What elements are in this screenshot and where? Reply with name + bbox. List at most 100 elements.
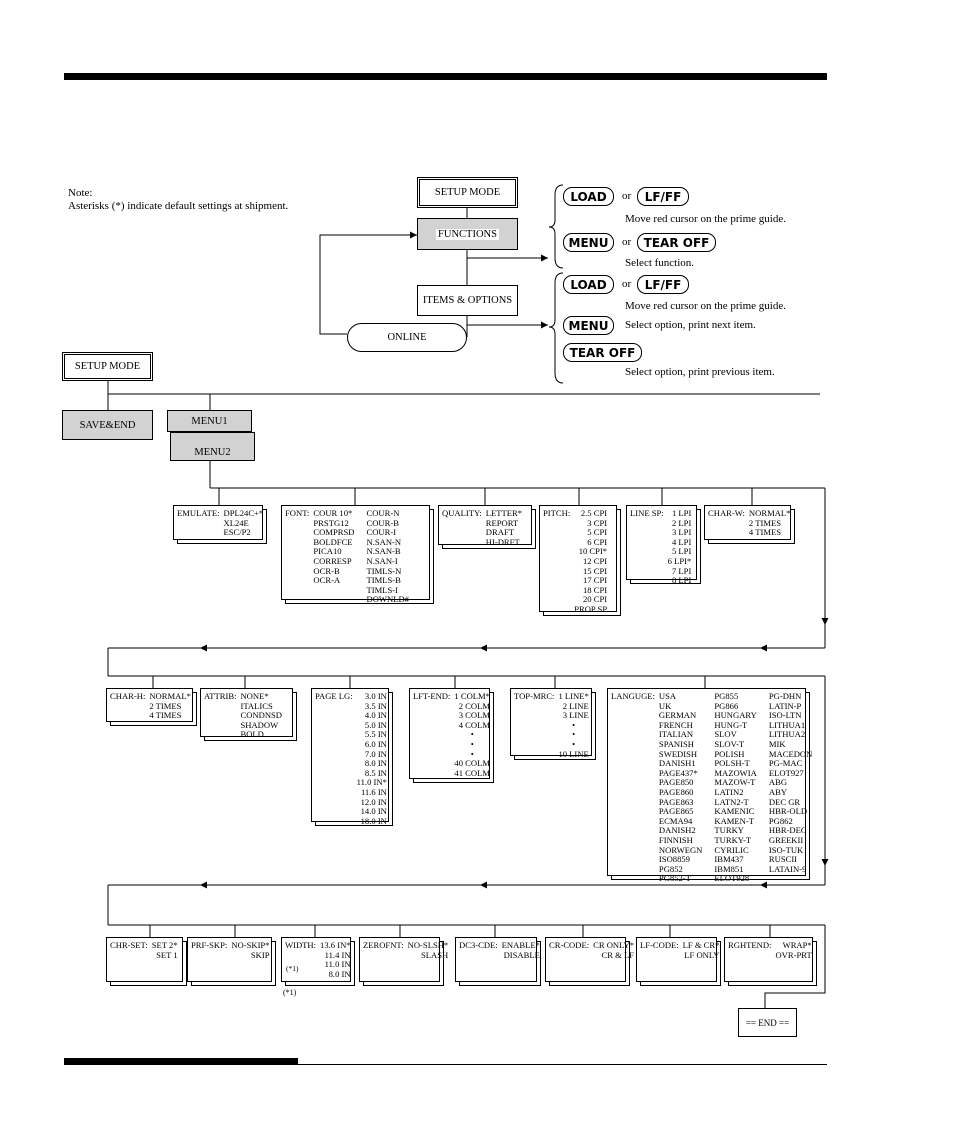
languge-options-column: PG855 PG866 HUNGARY HUNG-T SLOV SLOV-T POLISH P… — [714, 691, 757, 882]
menu-option: OVR-PRT — [775, 949, 812, 960]
font-options-column: COUR 10* PRSTG12 COMPRSD BOLDFCE PICA10 CORRE… — [313, 508, 354, 596]
lfff-key: LF/FF — [637, 275, 689, 294]
font-menu-box: FONT: COUR 10* PRSTG12 COMPRSD BOLDFCE PICA10… — [281, 505, 430, 604]
menu-option: 18.0 IN — [360, 815, 387, 826]
menu-option: PG852-T — [658, 873, 691, 884]
menu-option: 10 LINE — [558, 748, 589, 759]
menu-option: 8 LPI — [671, 575, 692, 586]
lf-code-label: LF-CODE: — [640, 940, 679, 950]
select-previous-desc: Select option, print previous item. — [625, 366, 775, 378]
lft-end-label: LFT-END: — [413, 691, 451, 701]
chr-set-options-column: SET 2* SET 1 — [152, 940, 178, 978]
menu-option: PROP SP — [574, 603, 608, 614]
flow-online-label: ONLINE — [387, 332, 427, 343]
emulate-options-column: DPL24C+* XL24E ESC/P2 — [223, 508, 264, 538]
menu-option: 41 COLM — [454, 767, 490, 778]
rghtend-options-column: WRAP* OVR-PRT — [775, 940, 812, 978]
attrib-options-column: NONE* ITALICS CONDNSD SHADOW BOLD — [240, 691, 282, 739]
pitch-options-column: 2.5 CPI 3 CPI 5 CPI 6 CPI 10 CPI* 12 CPI 15 CP… — [574, 508, 607, 613]
flow-functions-label: FUNCTIONS — [436, 228, 499, 240]
page-lg-menu-box: PAGE LG: 3.0 IN 3.5 IN 4.0 IN 5.0 IN 5.5 IN 6.… — [311, 688, 389, 825]
tearoff-key: TEAR OFF — [563, 343, 642, 362]
emulate-label: EMULATE: — [177, 508, 220, 518]
languge-menu-box: LANGUGE: USA UK GERMAN FRENCH ITALIAN SPANISH S… — [607, 688, 812, 883]
top-mrc-options-column: 1 LINE* 2 LINE 3 LINE • • • 10 LINE — [558, 691, 588, 758]
lft-end-options-column: 1 COLM* 2 COLM 3 COLM 4 COLM • • • 40 COLM 41 CO… — [454, 691, 490, 777]
line-sp-menu-box: LINE SP: 1 LPI 2 LPI 3 LPI 4 LPI 5 LPI 6 LPI* 7… — [626, 505, 697, 585]
width-footnote: (*1) — [283, 988, 297, 997]
rghtend-menu-box: RGHTEND: WRAP* OVR-PRT — [724, 937, 813, 982]
width-menu-box: WIDTH: 13.6 IN* 11.4 IN 11.0 IN 8.0 IN (*1) — [281, 937, 351, 982]
lf-code-options-column: LF & CR* LF ONLY — [683, 940, 720, 978]
move-cursor-desc: Move red cursor on the prime guide. — [625, 300, 786, 312]
menu-key: MENU — [563, 316, 614, 335]
width-note-marker: (*1) — [286, 964, 299, 973]
select-next-desc: Select option, print next item. — [625, 319, 756, 331]
menu-option: 8.0 IN — [328, 968, 351, 979]
setup-mode-diagram-page: Note: Asterisks (*) indicate default set… — [0, 0, 954, 1145]
char-h-menu-box: CHAR-H: NORMAL* 2 TIMES 4 TIMES — [106, 688, 193, 722]
end-box: == END == — [738, 1008, 797, 1037]
flow-online-box: ONLINE — [347, 323, 467, 352]
menu-option: ESC/P2 — [223, 527, 251, 538]
page-lg-options-column: 3.0 IN 3.5 IN 4.0 IN 5.0 IN 5.5 IN 6.0 IN 7.0 … — [357, 691, 387, 825]
menu-option: SLASH — [421, 949, 449, 960]
page-lg-label: PAGE LG: — [315, 691, 353, 701]
or-text: or — [622, 190, 632, 202]
dc3-cde-options-column: ENABLE* DISABLE — [502, 940, 540, 978]
font-options-column: COUR-N COUR-B COUR-I N.SAN-N N.SAN-B N.SAN-I T… — [366, 508, 408, 604]
or-text: or — [622, 236, 632, 248]
languge-options-column: USA UK GERMAN FRENCH ITALIAN SPANISH SWEDISH DA… — [659, 691, 702, 882]
menu-option: OCR-A — [313, 575, 341, 586]
menu-option: LF ONLY — [684, 949, 720, 960]
lft-end-menu-box: LFT-END: 1 COLM* 2 COLM 3 COLM 4 COLM • • • 40 C… — [409, 688, 490, 779]
zerofnt-label: ZEROFNT: — [363, 940, 404, 950]
cr-code-options-column: CR ONLY* CR & LF — [593, 940, 634, 978]
or-text: or — [622, 278, 632, 290]
load-key: LOAD — [563, 275, 614, 294]
tree-setup-mode-box: SETUP MODE — [62, 352, 153, 381]
prf-skp-options-column: NO-SKIP* SKIP — [231, 940, 269, 978]
lf-code-menu-box: LF-CODE: LF & CR* LF ONLY — [636, 937, 720, 982]
load-key: LOAD — [563, 187, 614, 206]
top-mrc-menu-box: TOP-MRC: 1 LINE* 2 LINE 3 LINE • • • 10 LINE — [510, 688, 592, 758]
languge-label: LANGUGE: — [611, 691, 655, 701]
menu-key: MENU — [563, 233, 614, 252]
char-w-label: CHAR-W: — [708, 508, 745, 518]
font-label: FONT: — [285, 508, 310, 518]
pitch-menu-box: PITCH: 2.5 CPI 3 CPI 5 CPI 6 CPI 10 CPI* 12 CP… — [539, 505, 617, 614]
flow-setup-mode-box: SETUP MODE — [417, 177, 518, 208]
menu-option: 4 TIMES — [748, 527, 781, 538]
prf-skp-label: PRF-SKP: — [191, 940, 228, 950]
zerofnt-menu-box: ZEROFNT: NO-SLSH* SLASH — [359, 937, 448, 982]
languge-options-column: PG-DHN LATIN-P ISO-LTN LITHUA1 LITHUA2 MIK MAC… — [769, 691, 812, 873]
save-end-label: SAVE&END — [79, 419, 136, 431]
attrib-menu-box: ATTRIB: NONE* ITALICS CONDNSD SHADOW BOLD — [200, 688, 293, 739]
attrib-label: ATTRIB: — [204, 691, 237, 701]
zerofnt-options-column: NO-SLSH* SLASH — [408, 940, 449, 978]
quality-menu-box: QUALITY: LETTER* REPORT DRAFT HI-DRFT — [438, 505, 532, 546]
menu1-label: MENU1 — [191, 415, 228, 427]
tearoff-key: TEAR OFF — [637, 233, 716, 252]
pitch-label: PITCH: — [543, 508, 571, 518]
line-sp-options-column: 1 LPI 2 LPI 3 LPI 4 LPI 5 LPI 6 LPI* 7 LPI 8 LP… — [668, 508, 692, 584]
save-end-box: SAVE&END — [62, 410, 153, 440]
emulate-menu-box: EMULATE: DPL24C+* XL24E ESC/P2 — [173, 505, 263, 540]
menu-option: BOLD — [240, 729, 264, 740]
select-function-desc: Select function. — [625, 257, 695, 269]
line-sp-label: LINE SP: — [630, 508, 664, 518]
menu2-box: MENU2 — [170, 432, 255, 461]
menu-option: SET 1 — [156, 949, 178, 960]
chr-set-label: CHR-SET: — [110, 940, 148, 950]
flow-setup-mode-label: SETUP MODE — [434, 187, 501, 198]
width-options-column: 13.6 IN* 11.4 IN 11.0 IN 8.0 IN — [320, 940, 351, 979]
cr-code-menu-box: CR-CODE: CR ONLY* CR & LF — [545, 937, 634, 982]
char-w-menu-box: CHAR-W: NORMAL* 2 TIMES 4 TIMES — [704, 505, 791, 540]
cr-code-label: CR-CODE: — [549, 940, 590, 950]
quality-options-column: LETTER* REPORT DRAFT HI-DRFT — [486, 508, 522, 546]
rghtend-label: RGHTEND: — [728, 940, 772, 950]
chr-set-menu-box: CHR-SET: SET 2* SET 1 — [106, 937, 183, 982]
lfff-key: LF/FF — [637, 187, 689, 206]
flow-items-options-box: ITEMS & OPTIONS — [417, 285, 518, 316]
menu2-label: MENU2 — [194, 447, 231, 458]
